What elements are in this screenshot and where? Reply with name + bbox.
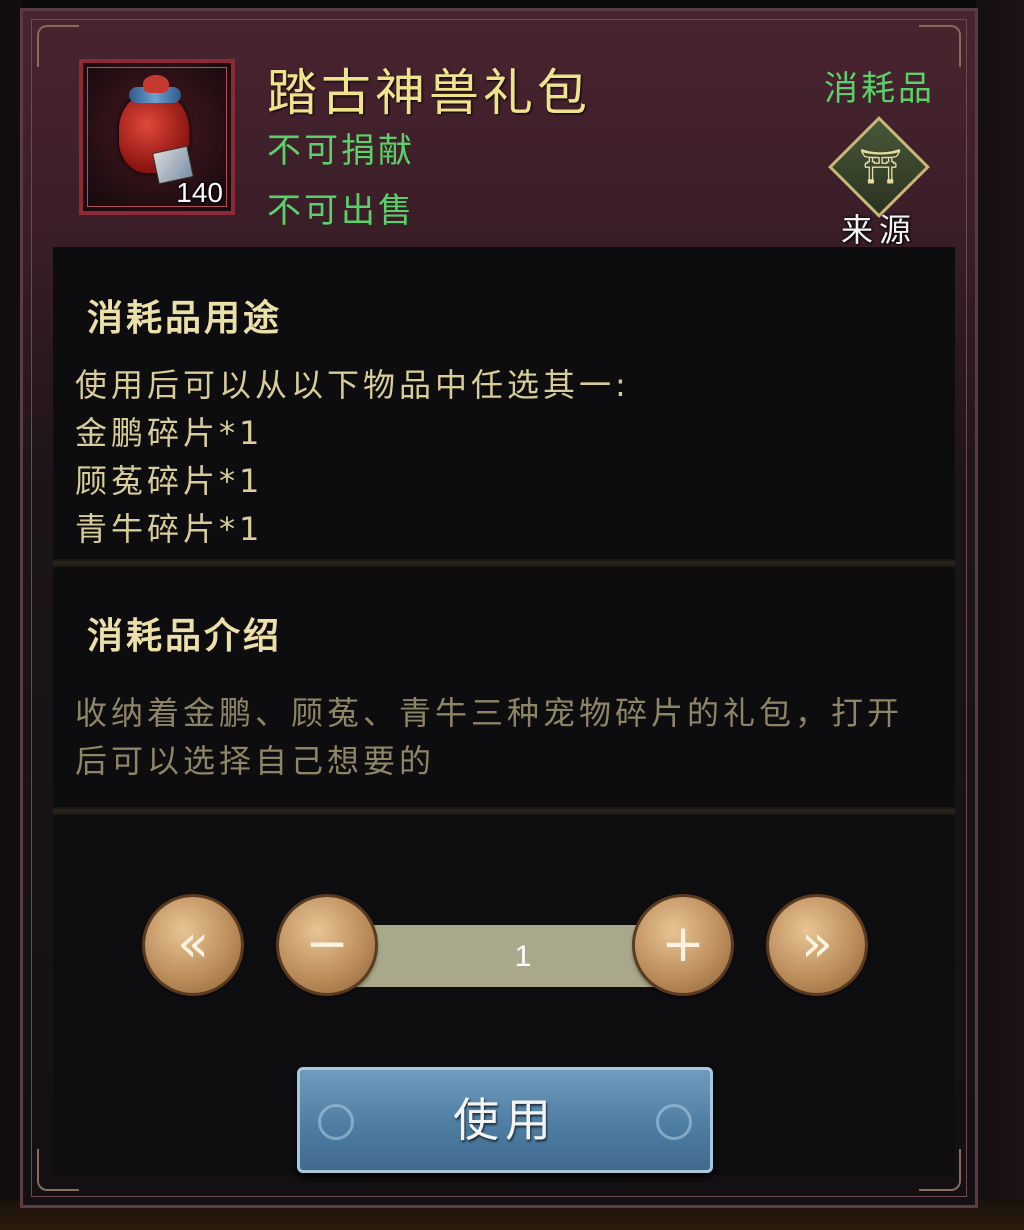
usage-heading: 消耗品用途 xyxy=(87,298,283,339)
usage-list: 使用后可以从以下物品中任选其一: 金鹏碎片*1 顾菟碎片*1 青牛碎片*1 xyxy=(75,361,630,553)
quantity-decrease-button[interactable]: − xyxy=(279,897,375,993)
attribute-no-sell: 不可出售 xyxy=(267,191,415,231)
plus-icon: + xyxy=(661,914,705,974)
intro-section: 消耗品介绍 收纳着金鹏、顾菟、青牛三种宠物碎片的礼包，打开后可以选择自己想要的 xyxy=(53,567,955,807)
quantity-min-button[interactable]: « xyxy=(145,897,241,993)
usage-line: 青牛碎片*1 xyxy=(75,510,264,548)
quantity-max-button[interactable]: » xyxy=(769,897,865,993)
intro-text: 收纳着金鹏、顾菟、青牛三种宠物碎片的礼包，打开后可以选择自己想要的 xyxy=(75,694,904,780)
usage-line: 使用后可以从以下物品中任选其一: xyxy=(75,366,630,404)
quantity-increase-button[interactable]: + xyxy=(635,897,731,993)
usage-line: 金鹏碎片*1 xyxy=(75,414,264,452)
usage-line: 顾菟碎片*1 xyxy=(75,462,264,500)
background-left xyxy=(0,0,22,1230)
use-button[interactable]: 使用 xyxy=(297,1067,713,1173)
item-name: 踏古神兽礼包 xyxy=(267,64,591,122)
item-type-label: 消耗品 xyxy=(824,69,935,109)
item-tooltip-panel: 140 踏古神兽礼包 不可捐献 不可出售 消耗品 ⛩ 来源 消耗品用途 使用后可… xyxy=(20,8,978,1208)
item-count: 140 xyxy=(176,177,223,208)
intro-heading: 消耗品介绍 xyxy=(87,616,283,657)
use-button-label: 使用 xyxy=(453,1093,557,1147)
attribute-no-donate: 不可捐献 xyxy=(267,131,415,171)
section-divider xyxy=(53,559,955,567)
minus-icon: − xyxy=(305,914,349,974)
section-divider xyxy=(53,807,955,815)
background-right xyxy=(976,0,1024,1230)
source-label: 来源 xyxy=(840,211,917,249)
castle-gate-icon: ⛩ xyxy=(859,147,903,187)
game-screen: 140 踏古神兽礼包 不可捐献 不可出售 消耗品 ⛩ 来源 消耗品用途 使用后可… xyxy=(0,0,1024,1230)
usage-section: 消耗品用途 使用后可以从以下物品中任选其一: 金鹏碎片*1 顾菟碎片*1 青牛碎… xyxy=(53,247,955,559)
item-icon-frame: 140 xyxy=(79,59,235,215)
double-right-arrow-icon: » xyxy=(801,914,833,974)
corner-ornament xyxy=(37,25,79,67)
double-left-arrow-icon: « xyxy=(177,914,209,974)
source-button[interactable]: ⛩ 来源 xyxy=(828,116,930,249)
